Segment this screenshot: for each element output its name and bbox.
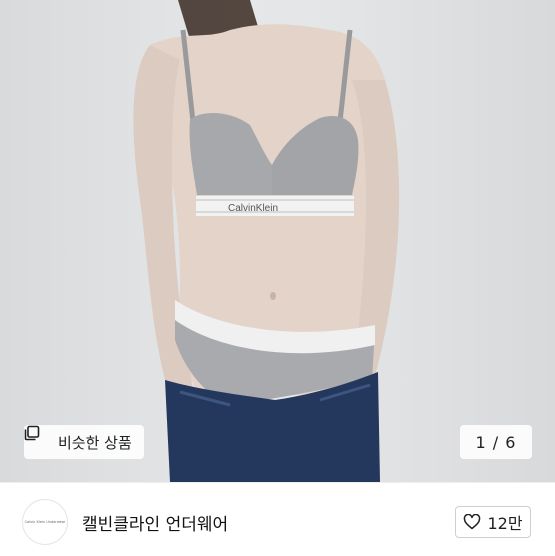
- page-current: 1: [475, 432, 487, 452]
- heart-outline-icon: [463, 513, 481, 530]
- like-count: 12만: [487, 514, 523, 533]
- product-title: 캘빈클라인 언더웨어: [82, 515, 229, 535]
- similar-products-button[interactable]: 비슷한 상품: [24, 425, 144, 459]
- model-illustration: CalvinKlein: [133, 0, 400, 482]
- product-footer: Calvin Klein Underwear 캘빈클라인 언더웨어 12만: [0, 482, 555, 556]
- product-photo[interactable]: CalvinKlein 비슷한 상품 1 / 6: [0, 0, 555, 482]
- like-button[interactable]: 12만: [455, 506, 531, 538]
- page-total: 6: [505, 432, 517, 452]
- seller-avatar[interactable]: Calvin Klein Underwear: [22, 499, 68, 545]
- image-page-indicator: 1 / 6: [460, 425, 532, 459]
- copy-stack-icon: [24, 425, 52, 450]
- seller-logo-text: Calvin Klein Underwear: [24, 520, 66, 524]
- bra-band-text: CalvinKlein: [228, 203, 278, 214]
- similar-products-label: 비슷한 상품: [58, 433, 132, 452]
- page-separator: /: [486, 432, 506, 452]
